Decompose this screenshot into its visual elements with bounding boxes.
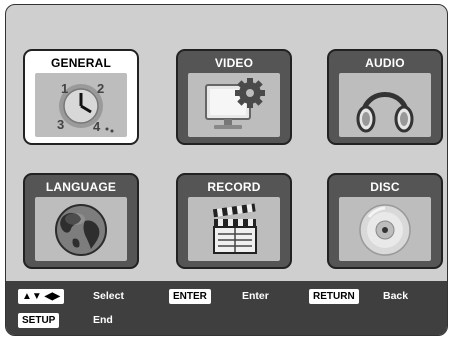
end-hint: End — [93, 314, 113, 326]
setup-key-badge: SETUP — [18, 313, 60, 328]
language-label: LANGUAGE — [45, 180, 117, 194]
record-tile[interactable]: RECORD — [176, 173, 292, 269]
audio-label: AUDIO — [365, 56, 405, 70]
disc-label: DISC — [370, 180, 400, 194]
video-label: VIDEO — [214, 56, 254, 70]
svg-text:2: 2 — [97, 81, 104, 96]
arrow-keys-badge: ▲▼ ◀▶ — [18, 289, 64, 304]
back-hint: Back — [383, 290, 409, 302]
enter-hint: Enter — [242, 290, 269, 302]
svg-text:4: 4 — [93, 119, 101, 134]
video-tile[interactable]: VIDEO — [176, 49, 292, 145]
svg-text:1: 1 — [61, 81, 68, 96]
key-legend-bar: ▲▼ ◀▶ Select ENTER Enter RETURN Back SET… — [6, 281, 447, 335]
headphones-icon — [356, 92, 414, 133]
language-tile[interactable]: LANGUAGE — [23, 173, 139, 269]
record-label: RECORD — [207, 180, 261, 194]
enter-key-badge: ENTER — [169, 289, 211, 304]
clapperboard-icon — [212, 203, 257, 254]
select-hint: Select — [93, 290, 124, 302]
monitor-gear-icon — [205, 78, 265, 129]
clock-icon: 1 2 3 4 — [57, 81, 114, 134]
setup-menu-screen: GENERAL 1 2 3 4 VIDEO AUDIO LANGUAGE REC… — [5, 4, 448, 336]
disc-tile[interactable]: DISC — [327, 173, 443, 269]
general-tile[interactable]: GENERAL 1 2 3 4 — [23, 49, 139, 145]
svg-text:3: 3 — [57, 117, 64, 132]
disc-icon — [359, 204, 411, 256]
return-key-badge: RETURN — [309, 289, 359, 304]
globe-icon — [55, 204, 107, 256]
audio-tile[interactable]: AUDIO — [327, 49, 443, 145]
general-label: GENERAL — [50, 56, 112, 70]
